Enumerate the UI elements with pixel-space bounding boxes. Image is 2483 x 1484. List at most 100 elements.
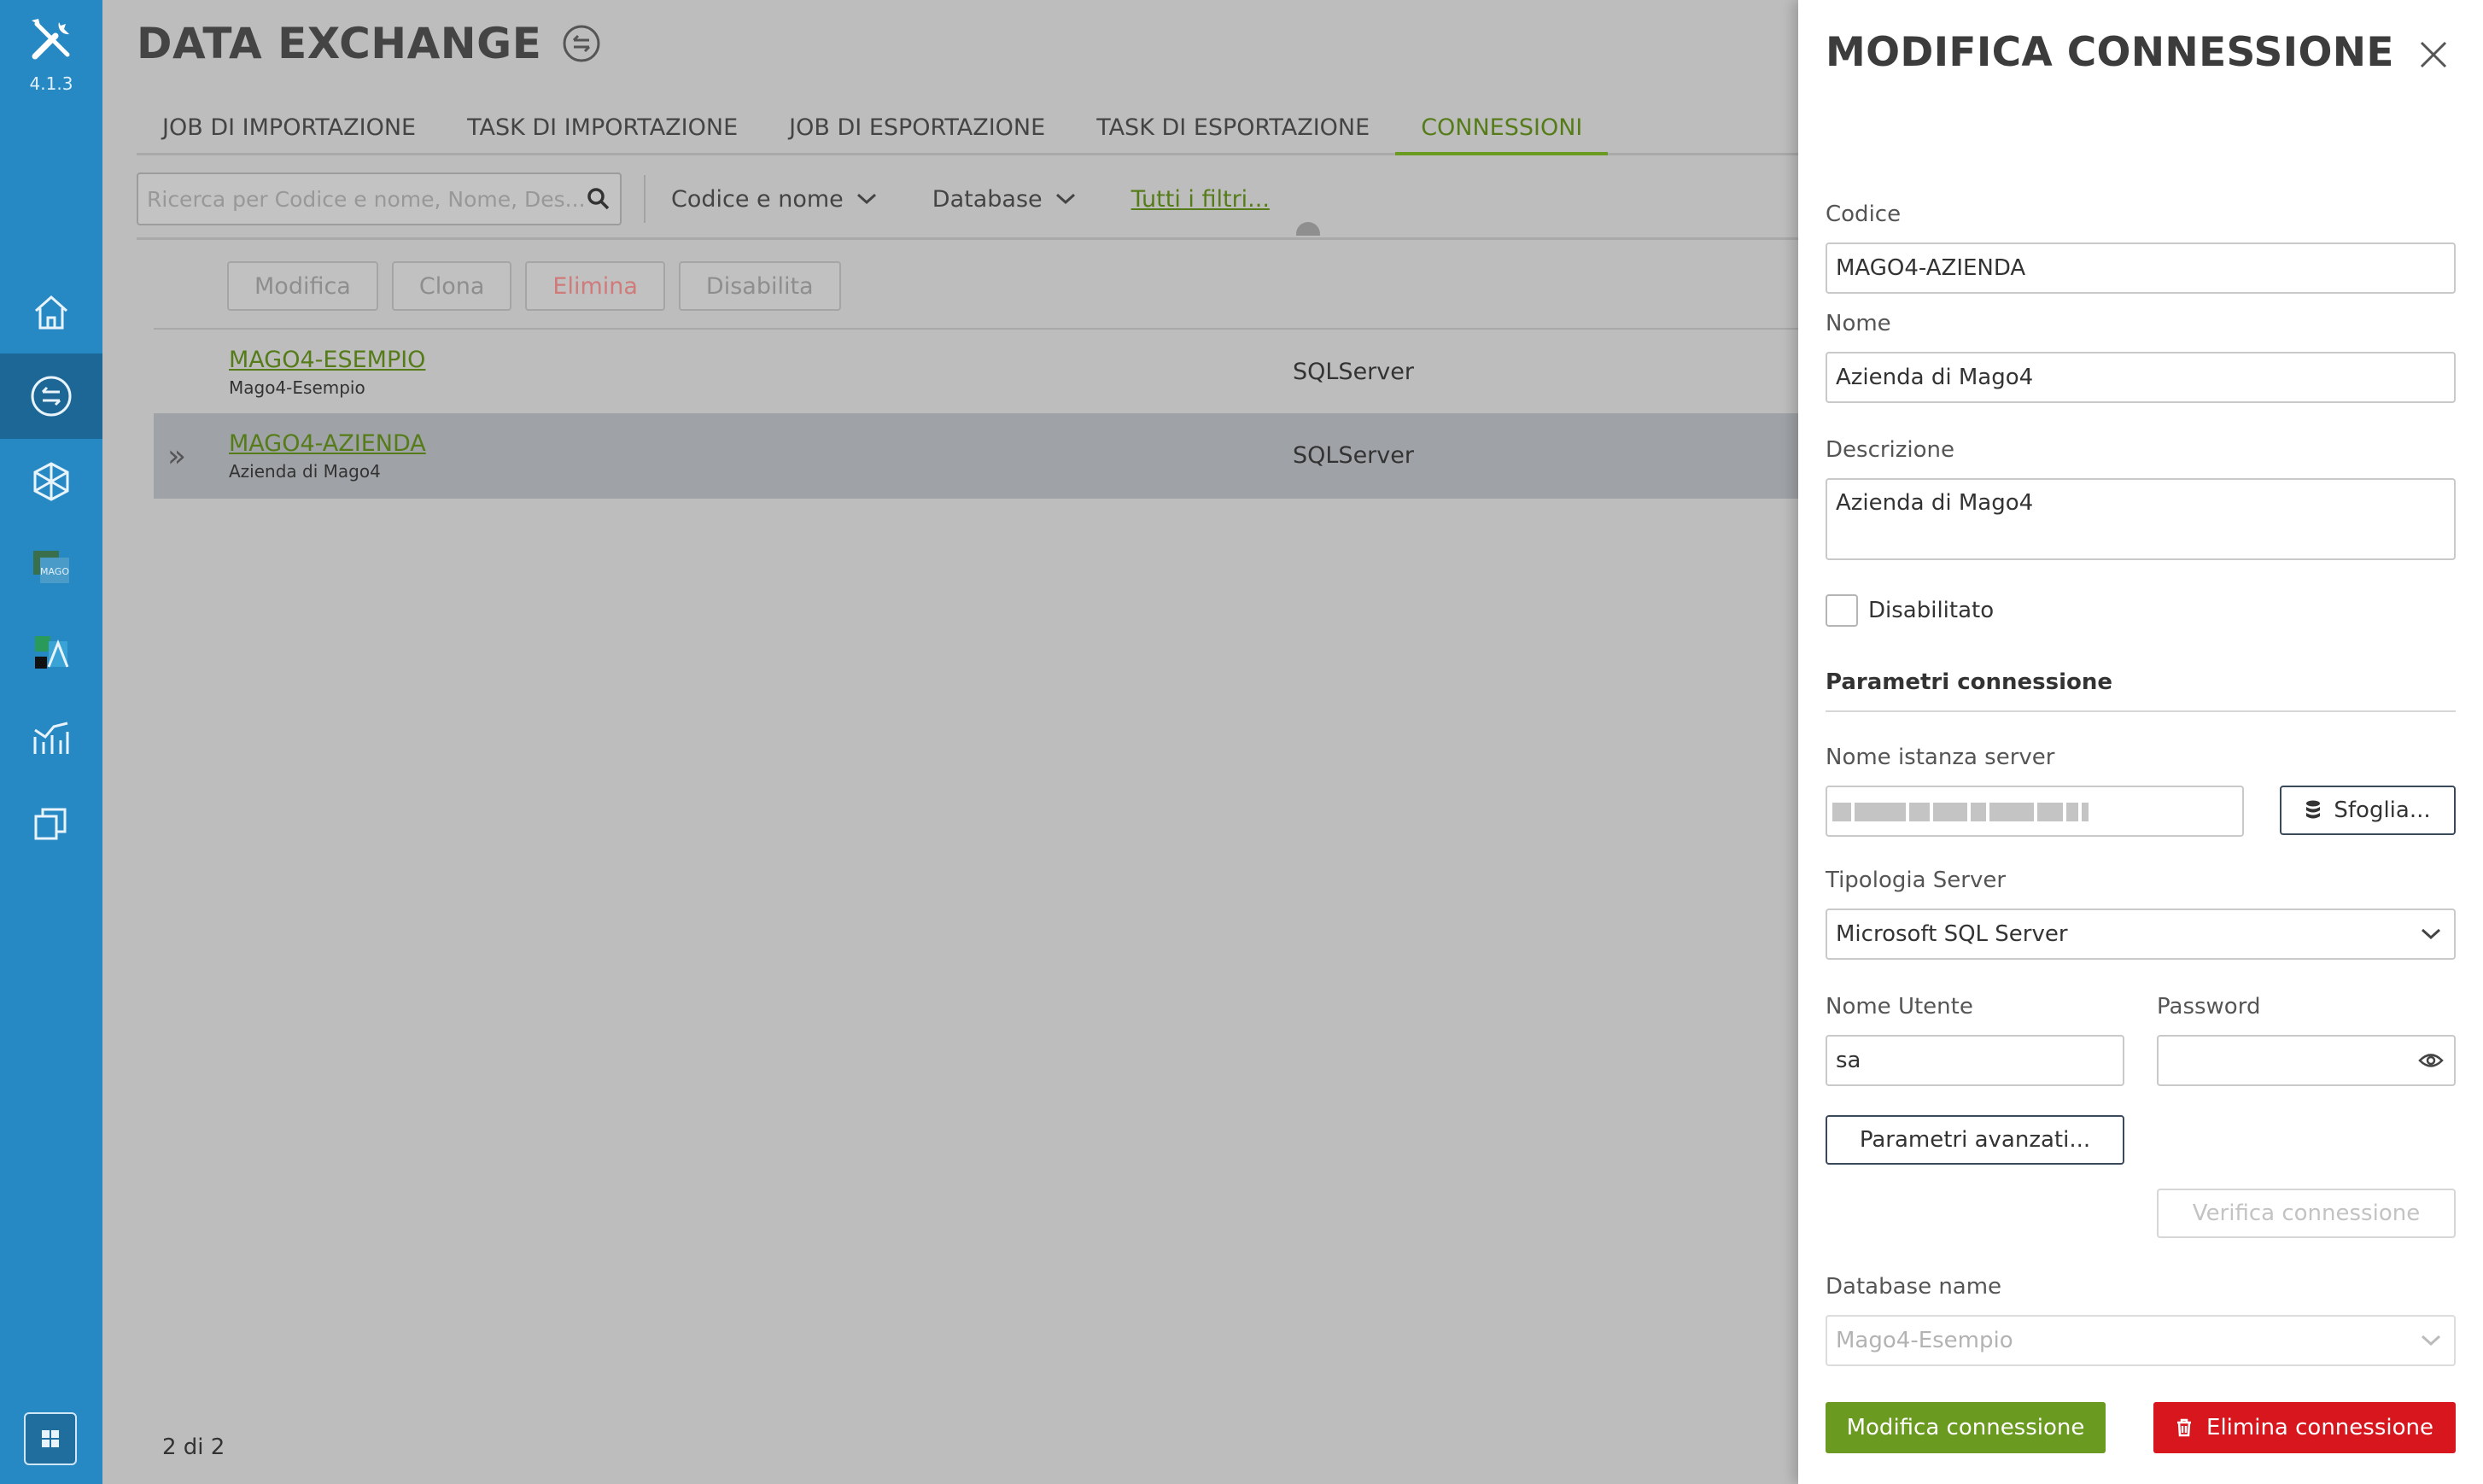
browse-button[interactable]: Sfoglia... [2280, 786, 2456, 835]
exchange-circle-icon [563, 25, 600, 62]
connection-code-link[interactable]: MAGO4-ESEMPIO [229, 347, 425, 373]
edit-connection-panel: MODIFICA CONNESSIONE Codice Nome Descriz… [1798, 0, 2483, 1484]
all-filters-link[interactable]: Tutti i filtri... [1131, 186, 1270, 213]
tab-bar: JOB DI IMPORTAZIONE TASK DI IMPORTAZIONE… [137, 102, 1861, 155]
nav-reports[interactable] [0, 695, 102, 780]
apps-menu-button[interactable] [24, 1412, 77, 1465]
chevron-down-icon [2421, 928, 2441, 940]
filter-code-label: Codice e nome [671, 185, 844, 213]
username-field-wrap [1826, 1035, 2124, 1086]
filter-code-dropdown[interactable]: Codice e nome [671, 186, 878, 213]
username-field[interactable] [1827, 1037, 2123, 1084]
filter-database-label: Database [932, 185, 1043, 213]
toolbar-divider [137, 237, 1861, 240]
browse-label: Sfoglia... [2334, 798, 2431, 823]
verify-connection-button[interactable]: Verifica connessione [2157, 1189, 2456, 1238]
name-field-wrap [1826, 352, 2456, 403]
filter-toolbar: Codice e nome Database Tutti i filtri... [137, 169, 1861, 229]
close-icon[interactable] [2416, 38, 2451, 72]
password-field-wrap [2157, 1035, 2456, 1086]
section-divider [1826, 710, 2456, 712]
nav-mago-cloud[interactable]: MAGO [0, 524, 102, 610]
nav-modules[interactable] [0, 439, 102, 524]
advanced-parameters-button[interactable]: Parametri avanzati... [1826, 1115, 2124, 1165]
search-icon[interactable] [586, 186, 611, 212]
toolbar-separator [644, 175, 646, 223]
server-instance-label: Nome istanza server [1826, 745, 2055, 770]
action-bar: Modifica Clona Elimina Disabilita [227, 261, 841, 311]
description-field-wrap: Azienda di Mago4 [1826, 478, 2456, 560]
disable-button[interactable]: Disabilita [678, 261, 841, 311]
verify-connection-label: Verifica connessione [2192, 1201, 2421, 1226]
search-box [137, 172, 622, 225]
panel-title: MODIFICA CONNESSIONE [1826, 29, 2394, 76]
connection-code-link[interactable]: MAGO4-AZIENDA [229, 430, 426, 457]
database-name-value: Mago4-Esempio [1836, 1328, 2013, 1353]
tools-icon [32, 19, 70, 60]
nav-home[interactable] [0, 270, 102, 355]
username-label: Nome Utente [1826, 994, 1973, 1020]
record-count: 2 di 2 [162, 1434, 225, 1460]
description-label: Descrizione [1826, 437, 1955, 463]
table-row[interactable]: MAGO4-ESEMPIO Mago4-Esempio SQLServer [154, 330, 1861, 415]
filter-database-dropdown[interactable]: Database [932, 186, 1077, 213]
search-input[interactable] [147, 186, 586, 212]
save-connection-button[interactable]: Modifica connessione [1826, 1402, 2106, 1453]
delete-connection-button[interactable]: Elimina connessione [2153, 1402, 2456, 1453]
delete-connection-label: Elimina connessione [2206, 1415, 2433, 1440]
chevron-down-icon [2421, 1335, 2441, 1347]
tab-export-tasks[interactable]: TASK DI ESPORTAZIONE [1071, 102, 1395, 153]
name-field[interactable] [1827, 353, 2454, 401]
left-navigation: 4.1.3 MAGO [0, 0, 102, 1484]
edit-button[interactable]: Modifica [227, 261, 378, 311]
database-name-label: Database name [1826, 1274, 2002, 1300]
password-label: Password [2157, 994, 2261, 1020]
tab-import-tasks[interactable]: TASK DI IMPORTAZIONE [441, 102, 763, 153]
nav-windows[interactable] [0, 780, 102, 866]
double-chevron-right-icon: » [167, 439, 187, 474]
app-version: 4.1.3 [29, 73, 73, 94]
app-logo[interactable]: 4.1.3 [0, 15, 102, 94]
grid-icon [42, 1430, 59, 1447]
analytics-app-icon [35, 636, 69, 669]
clone-button[interactable]: Clona [391, 261, 512, 311]
section-title: Parametri connessione [1826, 669, 2113, 695]
server-instance-field[interactable] [1826, 786, 2244, 837]
nav-data-exchange[interactable] [0, 353, 102, 439]
disabled-checkbox-label: Disabilitato [1868, 598, 1995, 623]
connection-name: Azienda di Mago4 [229, 461, 381, 482]
chart-icon [33, 722, 69, 754]
description-field[interactable]: Azienda di Mago4 [1827, 480, 2454, 558]
database-name-select[interactable]: Mago4-Esempio [1826, 1315, 2456, 1366]
server-type-select[interactable]: Microsoft SQL Server [1826, 909, 2456, 960]
tab-import-jobs[interactable]: JOB DI IMPORTAZIONE [137, 102, 441, 153]
page-title-wrap: DATA EXCHANGE [137, 19, 601, 68]
tab-export-jobs[interactable]: JOB DI ESPORTAZIONE [763, 102, 1071, 153]
nav-analytics-app[interactable] [0, 610, 102, 695]
chevron-down-icon [1055, 193, 1075, 205]
eye-icon[interactable] [2418, 1051, 2444, 1070]
redacted-server-name [1832, 799, 2089, 825]
disabled-checkbox[interactable] [1826, 594, 1858, 627]
tab-connections[interactable]: CONNESSIONI [1395, 102, 1609, 155]
name-label: Nome [1826, 311, 1891, 336]
code-label: Codice [1826, 202, 1902, 227]
password-field[interactable] [2159, 1037, 2418, 1084]
data-exchange-icon [31, 376, 72, 417]
home-icon [35, 295, 67, 330]
advanced-parameters-label: Parametri avanzati... [1859, 1127, 2091, 1153]
chevron-down-icon [856, 193, 876, 205]
code-field-wrap [1826, 242, 2456, 294]
page-title: DATA EXCHANGE [137, 19, 542, 68]
connection-db: SQLServer [1293, 359, 1414, 385]
delete-button[interactable]: Elimina [525, 261, 665, 311]
table-row-selected[interactable]: » MAGO4-AZIENDA Azienda di Mago4 SQLServ… [154, 413, 1861, 499]
database-icon [2306, 800, 2321, 819]
save-connection-label: Modifica connessione [1846, 1415, 2085, 1440]
mago-cloud-icon: MAGO [33, 551, 69, 583]
svg-text:MAGO: MAGO [40, 566, 69, 577]
trash-icon [2177, 1418, 2192, 1437]
cube-network-icon [33, 462, 69, 501]
server-type-label: Tipologia Server [1826, 868, 2007, 893]
code-field[interactable] [1827, 244, 2454, 292]
